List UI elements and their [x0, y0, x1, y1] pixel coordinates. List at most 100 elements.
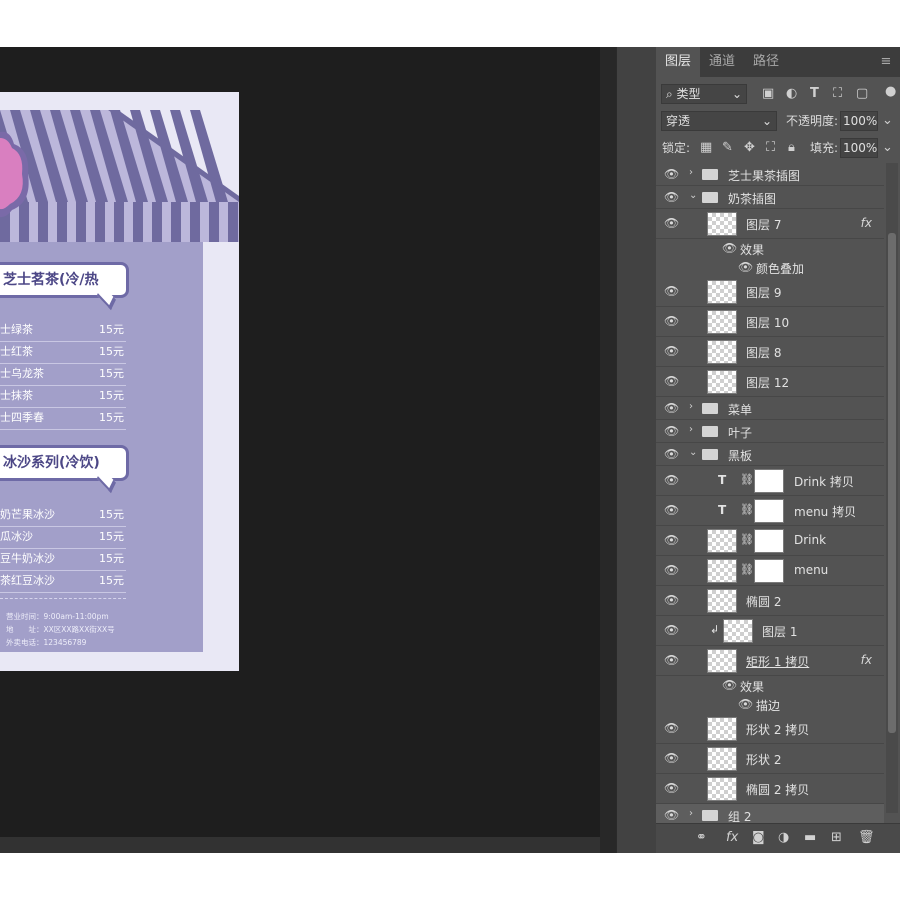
- lock-pixels-icon[interactable]: ✎: [722, 138, 733, 158]
- layer-row[interactable]: 👁︎ ↲ 图层 1: [656, 616, 884, 646]
- shape-filter-icon[interactable]: ⛶: [833, 84, 842, 104]
- layer-row[interactable]: 👁︎ 图层 7 fx: [656, 209, 884, 239]
- eye-icon[interactable]: 👁︎: [664, 533, 679, 547]
- eye-icon[interactable]: 👁︎: [664, 167, 679, 181]
- layer-thumbnail: [707, 310, 737, 334]
- eye-icon[interactable]: 👁︎: [664, 216, 679, 230]
- document-artboard[interactable]: 芝士茗茶(冷/热 士绿茶 15元 士红茶 15元 士乌龙茶 15元 士抹茶 15元 士四季春 15…: [0, 92, 239, 671]
- eye-icon[interactable]: 👁︎: [664, 623, 679, 637]
- layer-mask-thumbnail[interactable]: [754, 559, 784, 583]
- chevron-down-icon[interactable]: ⌄: [689, 447, 697, 458]
- new-group-icon[interactable]: ▬: [804, 830, 816, 845]
- layer-group-row[interactable]: 👁︎ › 叶子: [656, 420, 884, 443]
- lock-artboard-icon[interactable]: ⛶: [766, 138, 775, 158]
- chain-link-icon[interactable]: ⛓: [740, 473, 754, 486]
- layer-effect-row[interactable]: 👁︎ 颜色叠加: [656, 258, 884, 277]
- eye-icon[interactable]: 👁︎: [664, 593, 679, 607]
- eye-icon[interactable]: 👁︎: [664, 284, 679, 298]
- add-mask-icon[interactable]: ◙: [752, 830, 765, 845]
- layer-mask-thumbnail[interactable]: [754, 499, 784, 523]
- layer-effect-row[interactable]: 👁︎ 描边: [656, 695, 884, 714]
- chain-link-icon[interactable]: ⛓: [740, 563, 754, 576]
- layer-mask-thumbnail[interactable]: [754, 469, 784, 493]
- tab-paths[interactable]: 路径: [744, 47, 788, 77]
- layer-effect-row[interactable]: 👁︎ 效果: [656, 676, 884, 695]
- eye-icon[interactable]: 👁︎: [664, 653, 679, 667]
- canvas-area[interactable]: 芝士茗茶(冷/热 士绿茶 15元 士红茶 15元 士乌龙茶 15元 士抹茶 15元 士四季春 15…: [0, 47, 600, 837]
- opacity-field[interactable]: 100%: [840, 111, 878, 131]
- chevron-down-icon[interactable]: ⌄: [882, 111, 893, 131]
- layer-row[interactable]: 👁︎ 图层 12: [656, 367, 884, 397]
- layer-row[interactable]: 👁︎ 椭圆 2 拷贝: [656, 774, 884, 804]
- eye-icon[interactable]: 👁︎: [664, 473, 679, 487]
- horizontal-scrollbar[interactable]: [0, 837, 600, 853]
- image-filter-icon[interactable]: ▣: [762, 84, 774, 104]
- eye-icon[interactable]: 👁︎: [664, 314, 679, 328]
- eye-icon[interactable]: 👁︎: [664, 447, 679, 461]
- layer-group-row[interactable]: 👁︎ ⌄ 奶茶插图: [656, 186, 884, 209]
- lock-transparency-icon[interactable]: ▦: [700, 138, 712, 158]
- layer-list-scrollbar[interactable]: [886, 163, 898, 813]
- blend-mode-select[interactable]: 穿透 ⌄: [661, 111, 777, 131]
- eye-icon[interactable]: 👁︎: [664, 190, 679, 204]
- lock-all-icon[interactable]: 🔒︎: [788, 138, 795, 158]
- layer-row[interactable]: 👁︎ 图层 8: [656, 337, 884, 367]
- smart-object-filter-icon[interactable]: ▢: [856, 84, 868, 104]
- eye-icon[interactable]: 👁︎: [738, 260, 753, 274]
- eye-icon[interactable]: 👁︎: [664, 344, 679, 358]
- layer-row[interactable]: 👁︎ ⛓ menu: [656, 556, 884, 586]
- layer-row[interactable]: 👁︎ ⛓ Drink: [656, 526, 884, 556]
- new-layer-icon[interactable]: ⊞: [831, 830, 842, 845]
- eye-icon[interactable]: 👁︎: [664, 563, 679, 577]
- eye-icon[interactable]: 👁︎: [664, 424, 679, 438]
- layer-row[interactable]: 👁︎ 图层 10: [656, 307, 884, 337]
- link-layers-icon[interactable]: ⚭: [696, 830, 707, 845]
- eye-icon[interactable]: 👁︎: [738, 697, 753, 711]
- adjustment-filter-icon[interactable]: ◐: [786, 84, 797, 104]
- eye-icon[interactable]: 👁︎: [664, 781, 679, 795]
- fx-icon[interactable]: fx: [726, 830, 738, 845]
- layer-group-row[interactable]: 👁︎ › 芝士果茶插图: [656, 163, 884, 186]
- eye-icon[interactable]: 👁︎: [664, 401, 679, 415]
- eye-icon[interactable]: 👁︎: [664, 503, 679, 517]
- section2-title: 冰沙系列(冷饮): [3, 455, 100, 471]
- layer-row[interactable]: 👁︎ 图层 9: [656, 277, 884, 307]
- chevron-right-icon[interactable]: ›: [689, 808, 693, 819]
- layer-row[interactable]: 👁︎ T ⛓ Drink 拷贝: [656, 466, 884, 496]
- chevron-right-icon[interactable]: ›: [689, 424, 693, 435]
- trash-icon[interactable]: 🗑︎: [858, 830, 875, 845]
- fill-field[interactable]: 100%: [840, 138, 878, 158]
- fx-badge[interactable]: fx: [861, 653, 872, 667]
- layer-group-row[interactable]: 👁︎ ⌄ 黑板: [656, 443, 884, 466]
- filter-toggle-icon[interactable]: ●: [885, 82, 896, 102]
- panel-menu-icon[interactable]: ≡: [876, 47, 896, 77]
- fx-badge[interactable]: fx: [861, 216, 872, 230]
- chevron-right-icon[interactable]: ›: [689, 167, 693, 178]
- eye-icon[interactable]: 👁︎: [722, 678, 737, 692]
- eye-icon[interactable]: 👁︎: [722, 241, 737, 255]
- eye-icon[interactable]: 👁︎: [664, 808, 679, 822]
- layer-row[interactable]: 👁︎ 形状 2 拷贝: [656, 714, 884, 744]
- layer-effect-row[interactable]: 👁︎ 效果: [656, 239, 884, 258]
- eye-icon[interactable]: 👁︎: [664, 374, 679, 388]
- tab-channels[interactable]: 通道: [700, 47, 744, 77]
- type-filter-icon[interactable]: T: [810, 84, 819, 104]
- chain-link-icon[interactable]: ⛓: [740, 533, 754, 546]
- chain-link-icon[interactable]: ⛓: [740, 503, 754, 516]
- filter-kind-select[interactable]: ⌕ 类型 ⌄: [661, 84, 747, 104]
- tab-layers[interactable]: 图层: [656, 47, 700, 77]
- menu-item-row: 士乌龙茶 15元: [0, 363, 126, 386]
- layer-row[interactable]: 👁︎ 矩形 1 拷贝 fx: [656, 646, 884, 676]
- layer-row[interactable]: 👁︎ T ⛓ menu 拷贝: [656, 496, 884, 526]
- layer-group-row[interactable]: 👁︎ › 菜单: [656, 397, 884, 420]
- chevron-down-icon[interactable]: ⌄: [882, 138, 893, 158]
- chevron-right-icon[interactable]: ›: [689, 401, 693, 412]
- eye-icon[interactable]: 👁︎: [664, 751, 679, 765]
- lock-position-icon[interactable]: ✥: [744, 138, 755, 158]
- layer-row[interactable]: 👁︎ 形状 2: [656, 744, 884, 774]
- layer-mask-thumbnail[interactable]: [754, 529, 784, 553]
- eye-icon[interactable]: 👁︎: [664, 721, 679, 735]
- layer-row[interactable]: 👁︎ 椭圆 2: [656, 586, 884, 616]
- new-adjustment-icon[interactable]: ◑: [778, 830, 789, 845]
- chevron-down-icon[interactable]: ⌄: [689, 190, 697, 201]
